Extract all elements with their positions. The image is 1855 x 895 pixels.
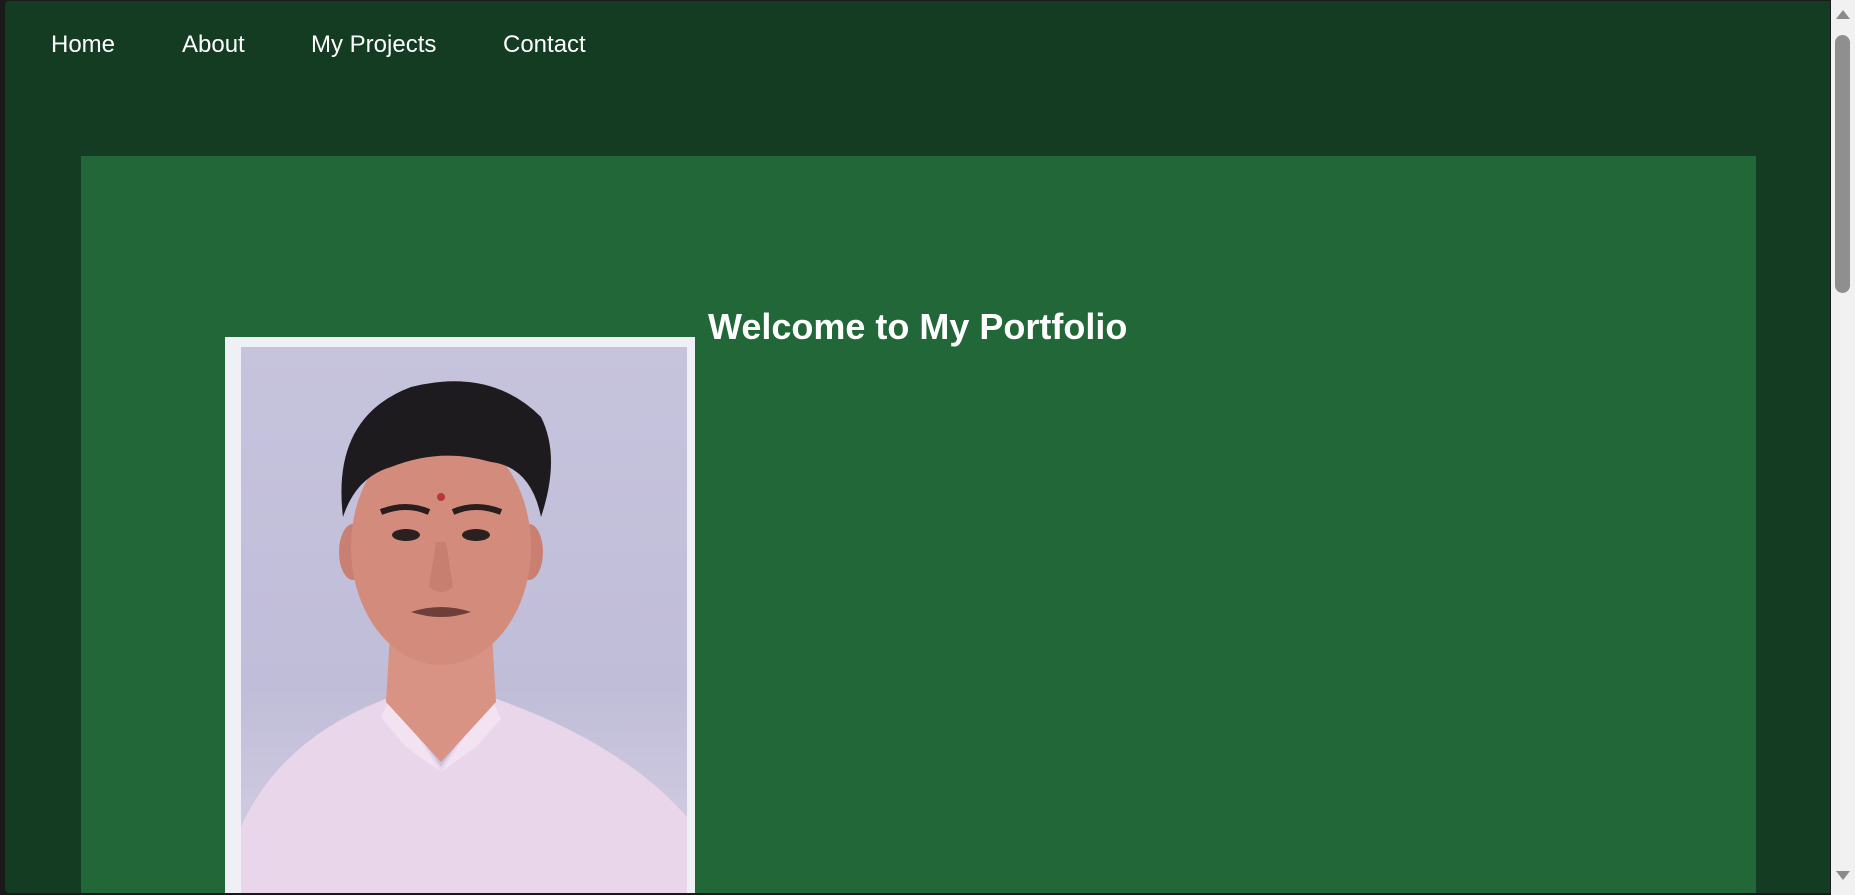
vertical-scrollbar[interactable] xyxy=(1831,0,1855,895)
page-viewport: Home About My Projects Contact Welcome t… xyxy=(5,1,1830,893)
bindi-mark xyxy=(437,493,445,501)
profile-photo xyxy=(225,337,695,893)
nav-link-contact[interactable]: Contact xyxy=(503,31,586,59)
profile-photo-image xyxy=(241,347,687,893)
nav-link-my-projects[interactable]: My Projects xyxy=(311,31,436,59)
eye-left xyxy=(392,529,420,541)
hero-section: Welcome to My Portfolio xyxy=(81,156,1756,893)
nav-link-about[interactable]: About xyxy=(182,31,245,59)
nav-link-home[interactable]: Home xyxy=(51,31,115,59)
scrollbar-thumb[interactable] xyxy=(1835,35,1850,293)
portrait-illustration xyxy=(241,381,687,893)
browser-window: Home About My Projects Contact Welcome t… xyxy=(0,0,1855,895)
scroll-up-arrow-icon[interactable] xyxy=(1836,10,1850,19)
hero-title: Welcome to My Portfolio xyxy=(708,306,1128,347)
eye-right xyxy=(462,529,490,541)
top-navigation: Home About My Projects Contact xyxy=(5,1,1830,91)
scroll-down-arrow-icon[interactable] xyxy=(1836,871,1850,880)
